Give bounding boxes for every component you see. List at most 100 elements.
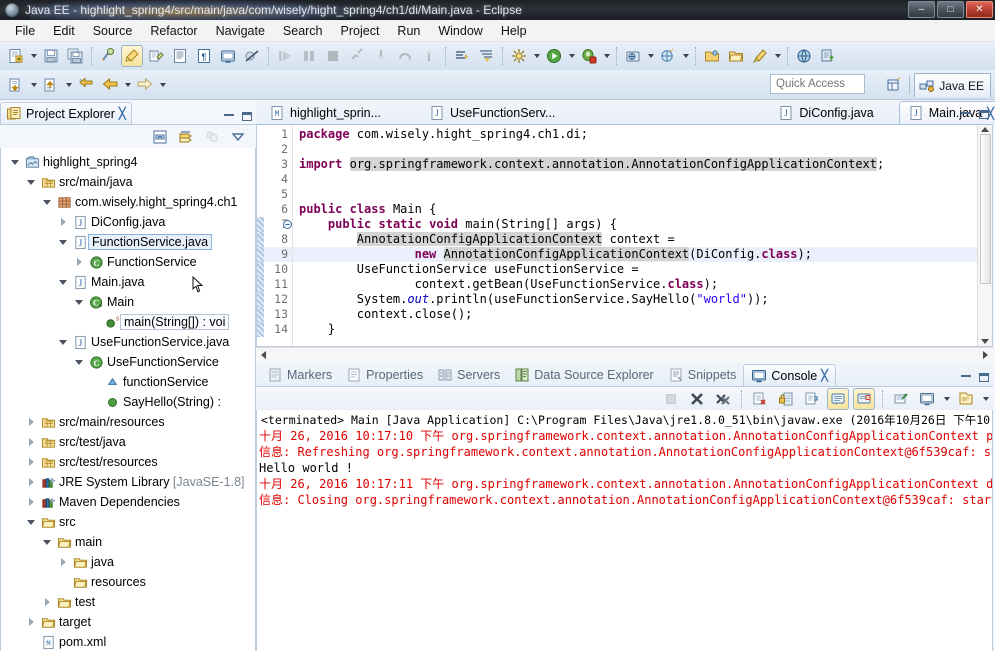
tab-console[interactable]: Console ╳ <box>743 364 836 386</box>
editor-vertical-scrollbar[interactable] <box>977 125 992 346</box>
tree-twisty-closed-icon[interactable] <box>23 498 39 506</box>
tab-markers[interactable]: Markers <box>260 364 339 386</box>
tree-item-main-java[interactable]: J Main.java <box>1 272 255 292</box>
tree-twisty-closed-icon[interactable] <box>23 418 39 426</box>
open-console-icon[interactable] <box>955 388 977 410</box>
tree-item-src-main-resources[interactable]: src/main/resources <box>1 412 255 432</box>
skip-breakpoints-icon[interactable] <box>241 45 263 67</box>
tree-twisty-open-icon[interactable] <box>39 199 55 205</box>
tree-item-src-test-resources[interactable]: src/test/resources <box>1 452 255 472</box>
import-icon[interactable] <box>5 74 27 96</box>
hscroll-right-arrow[interactable] <box>983 351 988 359</box>
run-arrow[interactable] <box>566 45 577 67</box>
terminate-icon[interactable] <box>660 388 682 410</box>
minimize-button[interactable]: – <box>908 1 935 18</box>
display-selected-console-arrow[interactable] <box>941 388 952 410</box>
tree-item-functionservice[interactable]: C FunctionService <box>1 252 255 272</box>
tree-item-jre-system-library[interactable]: JRE System Library [JavaSE-1.8] <box>1 472 255 492</box>
scroll-lock-icon[interactable] <box>775 388 797 410</box>
pin-console-icon[interactable] <box>890 388 912 410</box>
tab-properties[interactable]: Properties <box>339 364 430 386</box>
tree-item-sayhello-string[interactable]: SayHello(String) : <box>1 392 255 412</box>
tree-item-functionservice-java[interactable]: J FunctionService.java <box>1 232 255 252</box>
tree-twisty-closed-icon[interactable] <box>39 598 55 606</box>
suspend-icon[interactable] <box>298 45 320 67</box>
clear-console-icon[interactable] <box>749 388 771 410</box>
scroll-up-arrow[interactable] <box>981 127 989 132</box>
menu-navigate[interactable]: Navigate <box>207 22 274 40</box>
editor-tab-2[interactable]: J DiConfig.java <box>769 101 882 124</box>
tree-twisty-closed-icon[interactable] <box>55 218 71 226</box>
tree-twisty-open-icon[interactable] <box>55 239 71 245</box>
menu-help[interactable]: Help <box>492 22 536 40</box>
project-explorer-close-icon[interactable]: ╳ <box>119 107 126 120</box>
export-icon[interactable] <box>40 74 62 96</box>
menu-search[interactable]: Search <box>274 22 332 40</box>
show-console-on-error-icon[interactable] <box>853 387 875 410</box>
step-into-icon[interactable] <box>370 45 392 67</box>
tree-item-usefunctionservice[interactable]: C UseFunctionService <box>1 352 255 372</box>
search-icon[interactable] <box>749 45 771 67</box>
tree-item-pom-xml[interactable]: Mpom.xml <box>1 632 255 651</box>
minimize-editor-icon[interactable] <box>961 112 971 114</box>
maximize-console-icon[interactable] <box>979 373 989 382</box>
editor-horizontal-scrollbar[interactable] <box>256 347 993 362</box>
code-pane[interactable]: package com.wisely.hight_spring4.ch1.di;… <box>293 125 977 346</box>
previous-annotation-icon[interactable] <box>475 45 497 67</box>
debug-icon[interactable] <box>578 45 600 67</box>
minimize-view-icon[interactable] <box>224 114 234 116</box>
toggle-highlight-icon[interactable] <box>121 45 143 67</box>
save-all-icon[interactable] <box>64 45 86 67</box>
tree-item-src[interactable]: src <box>1 512 255 532</box>
export-arrow[interactable] <box>63 74 74 96</box>
deploy-icon[interactable] <box>817 45 839 67</box>
forward-icon[interactable] <box>134 74 156 96</box>
tree-item-src-main-java[interactable]: src/main/java <box>1 172 255 192</box>
editor-tab-0[interactable]: M highlight_sprin... <box>260 101 390 124</box>
tree-twisty-open-icon[interactable] <box>39 539 55 545</box>
maximize-view-icon[interactable] <box>242 112 252 121</box>
tree-item-diconfig-java[interactable]: J DiConfig.java <box>1 212 255 232</box>
tree-twisty-open-icon[interactable] <box>7 159 23 165</box>
debug-arrow[interactable] <box>601 45 612 67</box>
open-perspective-icon[interactable] <box>883 74 905 96</box>
tree-twisty-open-icon[interactable] <box>55 339 71 345</box>
tree-item-src-test-java[interactable]: src/test/java <box>1 432 255 452</box>
tree-item-main[interactable]: C Main <box>1 292 255 312</box>
step-over-icon[interactable] <box>394 45 416 67</box>
tree-twisty-open-icon[interactable] <box>71 359 87 365</box>
external-tools-arrow[interactable] <box>531 45 542 67</box>
quick-fix-icon[interactable] <box>145 45 167 67</box>
tree-item-highlight-spring4[interactable]: highlight_spring4 <box>1 152 255 172</box>
tab-project-explorer[interactable]: Project Explorer ╳ <box>0 102 132 124</box>
tree-twisty-closed-icon[interactable] <box>23 458 39 466</box>
open-folder-icon[interactable] <box>725 45 747 67</box>
tab-servers[interactable]: Servers <box>430 364 507 386</box>
search-arrow[interactable] <box>772 45 783 67</box>
save-icon[interactable] <box>40 45 62 67</box>
link-with-editor-icon[interactable] <box>175 126 197 148</box>
tree-twisty-open-icon[interactable] <box>71 299 87 305</box>
tree-item-maven-dependencies[interactable]: Maven Dependencies <box>1 492 255 512</box>
tree-twisty-closed-icon[interactable] <box>55 558 71 566</box>
new-dropdown-arrow[interactable] <box>28 45 39 67</box>
next-annotation-icon[interactable] <box>451 45 473 67</box>
link-with-editor-icon[interactable] <box>97 45 119 67</box>
menu-source[interactable]: Source <box>84 22 142 40</box>
tab-snippets[interactable]: Snippets <box>661 364 744 386</box>
new-wizard-icon[interactable] <box>5 45 27 67</box>
editor-scroll-thumb[interactable] <box>979 134 991 284</box>
menu-project[interactable]: Project <box>332 22 389 40</box>
server-arrow[interactable] <box>645 45 656 67</box>
import-arrow[interactable] <box>28 74 39 96</box>
maximize-editor-icon[interactable] <box>979 110 989 119</box>
resume-icon[interactable] <box>274 45 296 67</box>
tree-item-java[interactable]: java <box>1 552 255 572</box>
menu-window[interactable]: Window <box>429 22 491 40</box>
project-tree[interactable]: highlight_spring4 src/main/java com.wisely… <box>0 148 256 651</box>
maximize-button[interactable]: □ <box>937 1 964 18</box>
web-browser-icon[interactable] <box>793 45 815 67</box>
tree-item-resources[interactable]: resources <box>1 572 255 592</box>
terminate-icon[interactable] <box>322 45 344 67</box>
word-wrap-icon[interactable] <box>801 388 823 410</box>
